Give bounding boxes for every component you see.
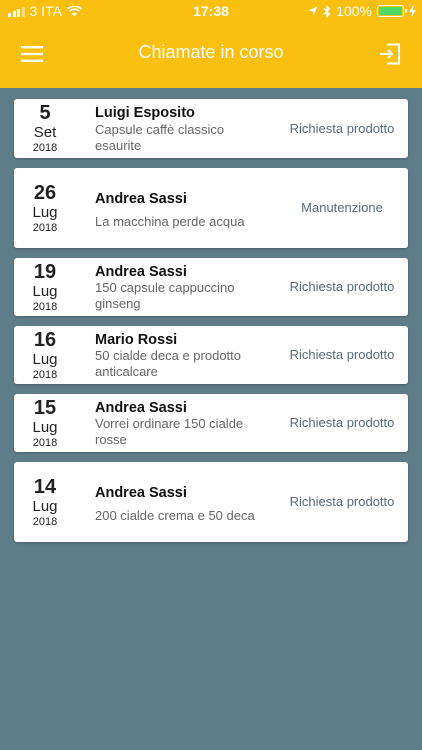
app-bar: Chiamate in corso: [0, 22, 422, 88]
call-description: La macchina perde acqua: [95, 214, 245, 229]
call-date: 26 Lug 2018: [14, 168, 76, 248]
call-type: Manutenzione: [301, 200, 383, 215]
call-date: 19 Lug 2018: [14, 258, 76, 316]
customer-name: Mario Rossi: [95, 332, 178, 348]
call-card[interactable]: 16 Lug 2018 Mario Rossi 50 cialde deca e…: [14, 326, 408, 384]
call-description: 50 cialde deca e prodotto anticalcare: [95, 348, 241, 379]
call-year: 2018: [32, 221, 58, 234]
battery-icon: [377, 5, 407, 17]
location-arrow-icon: [308, 6, 318, 16]
battery-percentage: 100%: [336, 3, 372, 19]
customer-name: Andrea Sassi: [95, 400, 187, 416]
call-month: Lug: [32, 350, 58, 368]
call-year: 2018: [32, 142, 58, 154]
call-card[interactable]: 14 Lug 2018 Andrea Sassi 200 cialde crem…: [14, 462, 408, 542]
call-date: 14 Lug 2018: [14, 462, 76, 542]
call-date: 15 Lug 2018: [14, 394, 76, 452]
top-bar: 3 ITA 17:38 100% Chiamate in corso: [0, 0, 422, 88]
logout-icon: [380, 43, 401, 65]
call-day: 14: [33, 475, 57, 498]
call-month: Lug: [32, 203, 58, 221]
customer-name: Andrea Sassi: [95, 264, 187, 280]
call-type: Richiesta prodotto: [289, 415, 395, 430]
call-type: Richiesta prodotto: [289, 347, 395, 362]
call-month: Lug: [32, 497, 58, 515]
call-card[interactable]: 19 Lug 2018 Andrea Sassi 150 capsule cap…: [14, 258, 408, 316]
call-card[interactable]: 5 Set 2018 Luigi Esposito Capsule caffè …: [14, 99, 408, 158]
customer-name: Luigi Esposito: [95, 105, 195, 121]
charging-bolt-icon: [409, 5, 416, 17]
call-description: 150 capsule cappuccino ginseng: [95, 280, 235, 311]
call-day: 19: [33, 260, 57, 283]
call-year: 2018: [32, 436, 58, 449]
hamburger-menu-icon: [21, 46, 43, 62]
call-day: 15: [33, 396, 57, 419]
status-bar: 3 ITA 17:38 100%: [0, 0, 422, 22]
call-type: Richiesta prodotto: [289, 120, 395, 136]
bluetooth-icon: [323, 4, 331, 18]
call-type: Richiesta prodotto: [289, 494, 395, 509]
call-month: Set: [33, 124, 57, 141]
call-card[interactable]: 26 Lug 2018 Andrea Sassi La macchina per…: [14, 168, 408, 248]
logout-button[interactable]: [370, 36, 410, 72]
call-date: 5 Set 2018: [14, 99, 76, 158]
calls-list: 5 Set 2018 Luigi Esposito Capsule caffè …: [14, 99, 408, 552]
call-month: Lug: [32, 418, 58, 436]
call-year: 2018: [32, 368, 58, 381]
customer-name: Andrea Sassi: [95, 485, 187, 501]
call-day: 16: [33, 328, 57, 351]
call-card[interactable]: 15 Lug 2018 Andrea Sassi Vorrei ordinare…: [14, 394, 408, 452]
call-year: 2018: [32, 515, 58, 528]
customer-name: Andrea Sassi: [95, 191, 187, 207]
page-title: Chiamate in corso: [138, 42, 284, 62]
call-day: 5: [39, 102, 51, 124]
call-date: 16 Lug 2018: [14, 326, 76, 384]
call-month: Lug: [32, 282, 58, 300]
call-description: Capsule caffè classico esaurite: [95, 122, 225, 153]
call-year: 2018: [32, 300, 58, 313]
call-description: 200 cialde crema e 50 deca: [95, 508, 255, 523]
menu-button[interactable]: [12, 36, 52, 72]
call-type: Richiesta prodotto: [289, 279, 395, 294]
call-day: 26: [33, 181, 57, 204]
call-description: Vorrei ordinare 150 cialde rosse: [95, 416, 244, 447]
